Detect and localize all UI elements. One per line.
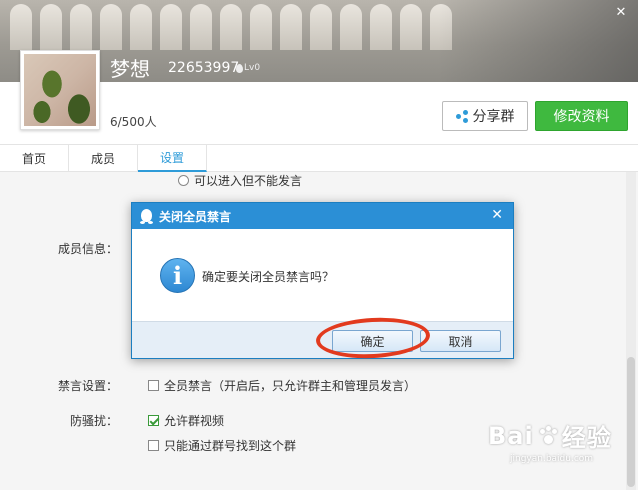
level-badge: Lv0 bbox=[236, 63, 260, 73]
share-group-button[interactable]: 分享群 bbox=[442, 101, 528, 131]
dialog-title: 关闭全员禁言 bbox=[159, 209, 232, 224]
group-name: 梦想 bbox=[110, 57, 150, 81]
edit-profile-button[interactable]: 修改资料 bbox=[535, 101, 628, 131]
member-count: 6/500人 bbox=[110, 115, 157, 129]
watermark-brand: Bai bbox=[488, 421, 534, 450]
watermark-suffix: 经验 bbox=[561, 424, 612, 452]
scrollbar[interactable] bbox=[626, 172, 636, 490]
dialog-body: i 确定要关闭全员禁言吗？ bbox=[132, 229, 513, 321]
scrollbar-thumb[interactable] bbox=[627, 357, 635, 487]
group-id: 22653997 bbox=[168, 60, 240, 76]
group-avatar[interactable] bbox=[20, 50, 100, 130]
share-icon bbox=[455, 110, 468, 123]
baidu-jingyan-watermark: Bai 经验 jingyan.baidu.com bbox=[488, 418, 612, 465]
allow-video-option[interactable]: 允许群视频 bbox=[148, 412, 224, 429]
members-info-label: 成员信息： bbox=[58, 242, 119, 256]
dialog-message: 确定要关闭全员禁言吗？ bbox=[202, 270, 335, 284]
allow-video-checkbox[interactable] bbox=[148, 415, 159, 426]
info-icon: i bbox=[160, 258, 195, 293]
mute-all-option[interactable]: 全员禁言（开启后，只允许群主和管理员发言） bbox=[148, 377, 416, 394]
avatar-image bbox=[24, 54, 96, 126]
banner-decoration bbox=[10, 4, 480, 54]
radio-button[interactable] bbox=[178, 175, 189, 186]
search-by-id-option[interactable]: 只能通过群号找到这个群 bbox=[148, 437, 296, 454]
dialog-title-bar: 关闭全员禁言 ✕ bbox=[132, 203, 513, 229]
qq-penguin-icon bbox=[140, 208, 153, 224]
tab-home[interactable]: 首页 bbox=[0, 145, 70, 172]
tab-settings[interactable]: 设置 bbox=[138, 145, 208, 172]
window-close-button[interactable]: ✕ bbox=[608, 2, 634, 22]
cancel-button[interactable]: 取消 bbox=[420, 330, 501, 352]
anti-harass-label: 防骚扰： bbox=[70, 414, 119, 428]
tab-members[interactable]: 成员 bbox=[69, 145, 139, 172]
paw-icon bbox=[537, 425, 559, 447]
mute-settings-label: 禁言设置： bbox=[58, 379, 119, 393]
close-icon: ✕ bbox=[615, 4, 627, 20]
search-by-id-checkbox[interactable] bbox=[148, 440, 159, 451]
watermark-url: jingyan.baidu.com bbox=[510, 454, 594, 464]
tab-bar: 首页 成员 设置 bbox=[0, 144, 638, 172]
dialog-close-icon[interactable]: ✕ bbox=[491, 207, 503, 223]
mute-all-checkbox[interactable] bbox=[148, 380, 159, 391]
level-icon bbox=[236, 63, 243, 73]
radio-no-speak[interactable]: 可以进入但不能发言 bbox=[178, 172, 302, 189]
